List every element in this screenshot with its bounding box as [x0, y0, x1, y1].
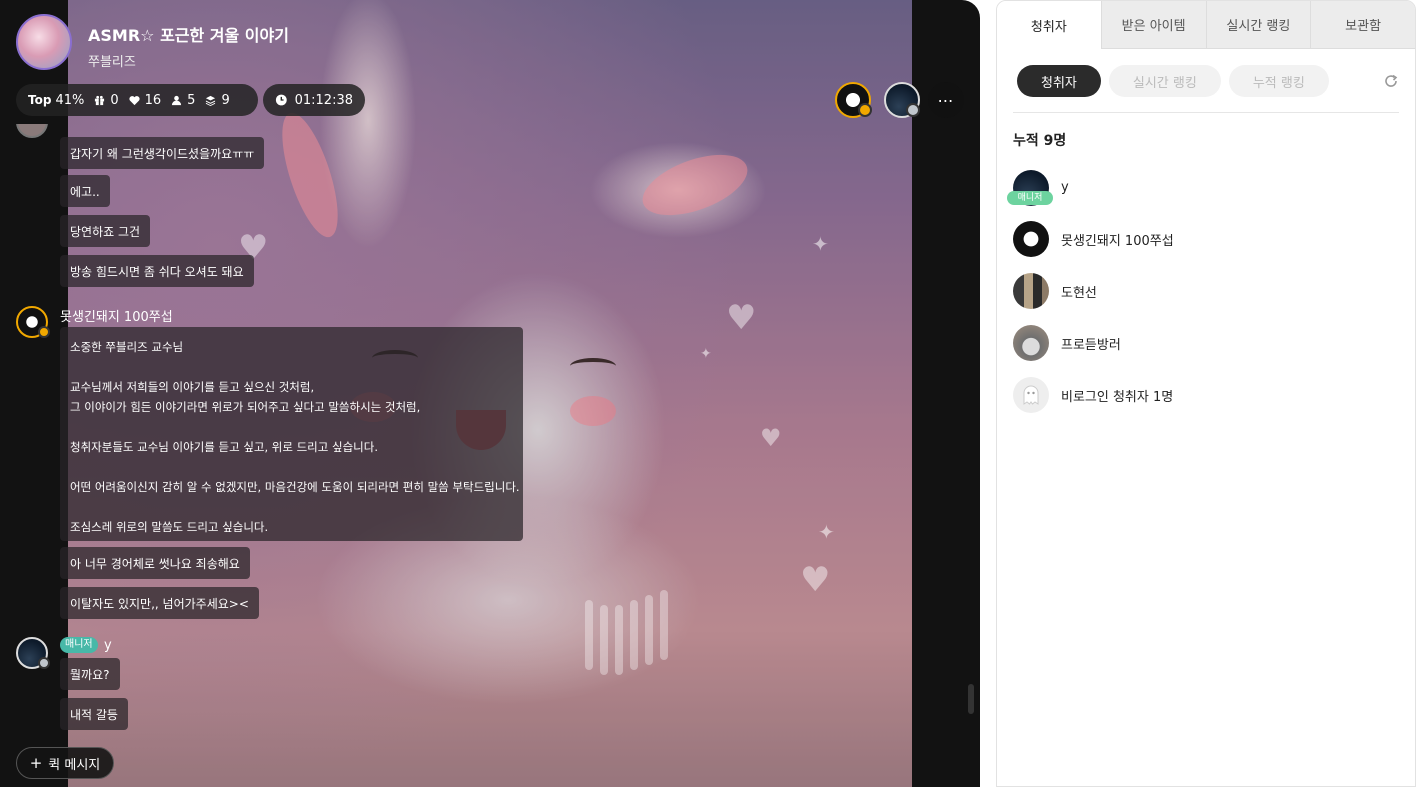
avatar	[1013, 325, 1049, 361]
chat-message: 이탈자도 있지만,, 넘어가주세요><	[60, 587, 259, 619]
divider	[1013, 112, 1399, 113]
tab-realtime-ranking[interactable]: 실시간 랭킹	[1205, 1, 1311, 49]
like-count: 16	[144, 92, 162, 108]
chat-message: 에고..	[60, 175, 110, 207]
chat-scrollbar[interactable]	[968, 684, 974, 714]
elapsed-time: 01:12:38	[294, 92, 353, 108]
avatar	[1013, 221, 1049, 257]
chat-message: 방송 힘드시면 좀 쉬다 오셔도 돼요	[60, 255, 254, 287]
segment-realtime-ranking[interactable]: 실시간 랭킹	[1108, 65, 1221, 97]
layers-icon	[206, 95, 216, 106]
tab-received-items[interactable]: 받은 아이템	[1100, 1, 1206, 49]
chat-message: 내적 갈등	[60, 698, 128, 730]
listener-name: 못생긴돼지 100쭈섭	[1061, 233, 1174, 249]
listener-item[interactable]: 프로듣방러	[1013, 325, 1121, 361]
streamer-avatar[interactable]	[16, 14, 72, 70]
ghost-icon	[1013, 377, 1049, 413]
quick-message-button[interactable]: + 퀵 메시지	[16, 747, 114, 779]
clock-icon	[275, 94, 287, 106]
elapsed-time-pill: 01:12:38	[263, 84, 365, 116]
segment-listeners[interactable]: 청취자	[1017, 65, 1101, 97]
avatar	[1013, 273, 1049, 309]
listener-name: 프로듣방러	[1061, 337, 1121, 353]
app-root: ♥ ♥ ♥ ♥ ✦ ✦ ✦ ASMR☆ 포근한 겨울 이야기 쭈블리즈 Top …	[0, 0, 1418, 787]
badge-icon	[38, 326, 50, 338]
chat-sender-name[interactable]: y	[104, 638, 112, 653]
chat-list: 갑자기 왜 그런생각이드셨을까요ㅠㅠ 에고.. 당연하죠 그건 방송 힘드시면 …	[0, 124, 912, 744]
chat-message: 뭘까요?	[60, 658, 120, 690]
gift-icon	[95, 95, 105, 105]
person-icon	[172, 95, 182, 105]
listener-item[interactable]: 매니저 y	[1007, 170, 1069, 206]
listener-item[interactable]: 못생긴돼지 100쭈섭	[1013, 221, 1174, 257]
plus-icon: +	[29, 754, 43, 772]
side-panel: 청취자 받은 아이템 실시간 랭킹 보관함 청취자 실시간 랭킹 누적 랭킹 누…	[996, 0, 1416, 787]
streamer-name[interactable]: 쭈블리즈	[88, 51, 136, 70]
segment-control: 청취자 실시간 랭킹 누적 랭킹	[1017, 65, 1329, 97]
chat-sender-name[interactable]: 못생긴돼지 100쭈섭	[60, 306, 173, 325]
stats-pill: Top 41% 0 16 5 9	[16, 84, 258, 116]
tab-listeners[interactable]: 청취자	[997, 1, 1101, 49]
refresh-icon[interactable]	[1383, 73, 1399, 89]
manager-tag: 매니저	[60, 637, 98, 653]
chat-message: 갑자기 왜 그런생각이드셨을까요ㅠㅠ	[60, 137, 265, 169]
broadcast-title: ASMR☆ 포근한 겨울 이야기	[88, 26, 289, 45]
listener-name: 도현선	[1061, 285, 1097, 301]
more-options-button[interactable]: ⋯	[928, 82, 964, 118]
panel-tabs: 청취자 받은 아이템 실시간 랭킹 보관함	[997, 1, 1415, 49]
chat-message: 아 너무 경어체로 썻나요 죄송해요	[60, 547, 250, 579]
top-value: 41%	[55, 92, 85, 108]
badge-icon	[906, 103, 920, 117]
listener-name: 비로그인 청취자 1명	[1061, 389, 1174, 405]
badge-icon	[38, 657, 50, 669]
manager-tag: 매니저	[1007, 191, 1053, 205]
gift-count: 0	[110, 92, 119, 108]
chat-long-message: 소중한 쭈블리즈 교수님 교수님께서 저희들의 이야기를 듣고 싶으신 것처럼,…	[60, 327, 523, 541]
listener-count: 5	[187, 92, 196, 108]
listener-total: 누적 9명	[1013, 133, 1067, 149]
listener-item[interactable]: 도현선	[1013, 273, 1097, 309]
quick-message-label: 퀵 메시지	[48, 757, 101, 773]
player-area: ♥ ♥ ♥ ♥ ✦ ✦ ✦ ASMR☆ 포근한 겨울 이야기 쭈블리즈 Top …	[0, 0, 980, 787]
tab-storage[interactable]: 보관함	[1310, 1, 1415, 49]
cumulative-count: 9	[221, 92, 230, 108]
listener-item[interactable]: 비로그인 청취자 1명	[1013, 377, 1173, 413]
badge-icon	[858, 103, 872, 117]
heart-icon	[129, 95, 140, 105]
chat-avatar[interactable]	[16, 124, 48, 138]
listener-name: y	[1061, 179, 1069, 195]
top-label: Top	[28, 93, 52, 107]
chat-message: 당연하죠 그건	[60, 215, 151, 247]
segment-cumulative-ranking[interactable]: 누적 랭킹	[1228, 65, 1329, 97]
avatar: 매니저	[1007, 170, 1053, 206]
